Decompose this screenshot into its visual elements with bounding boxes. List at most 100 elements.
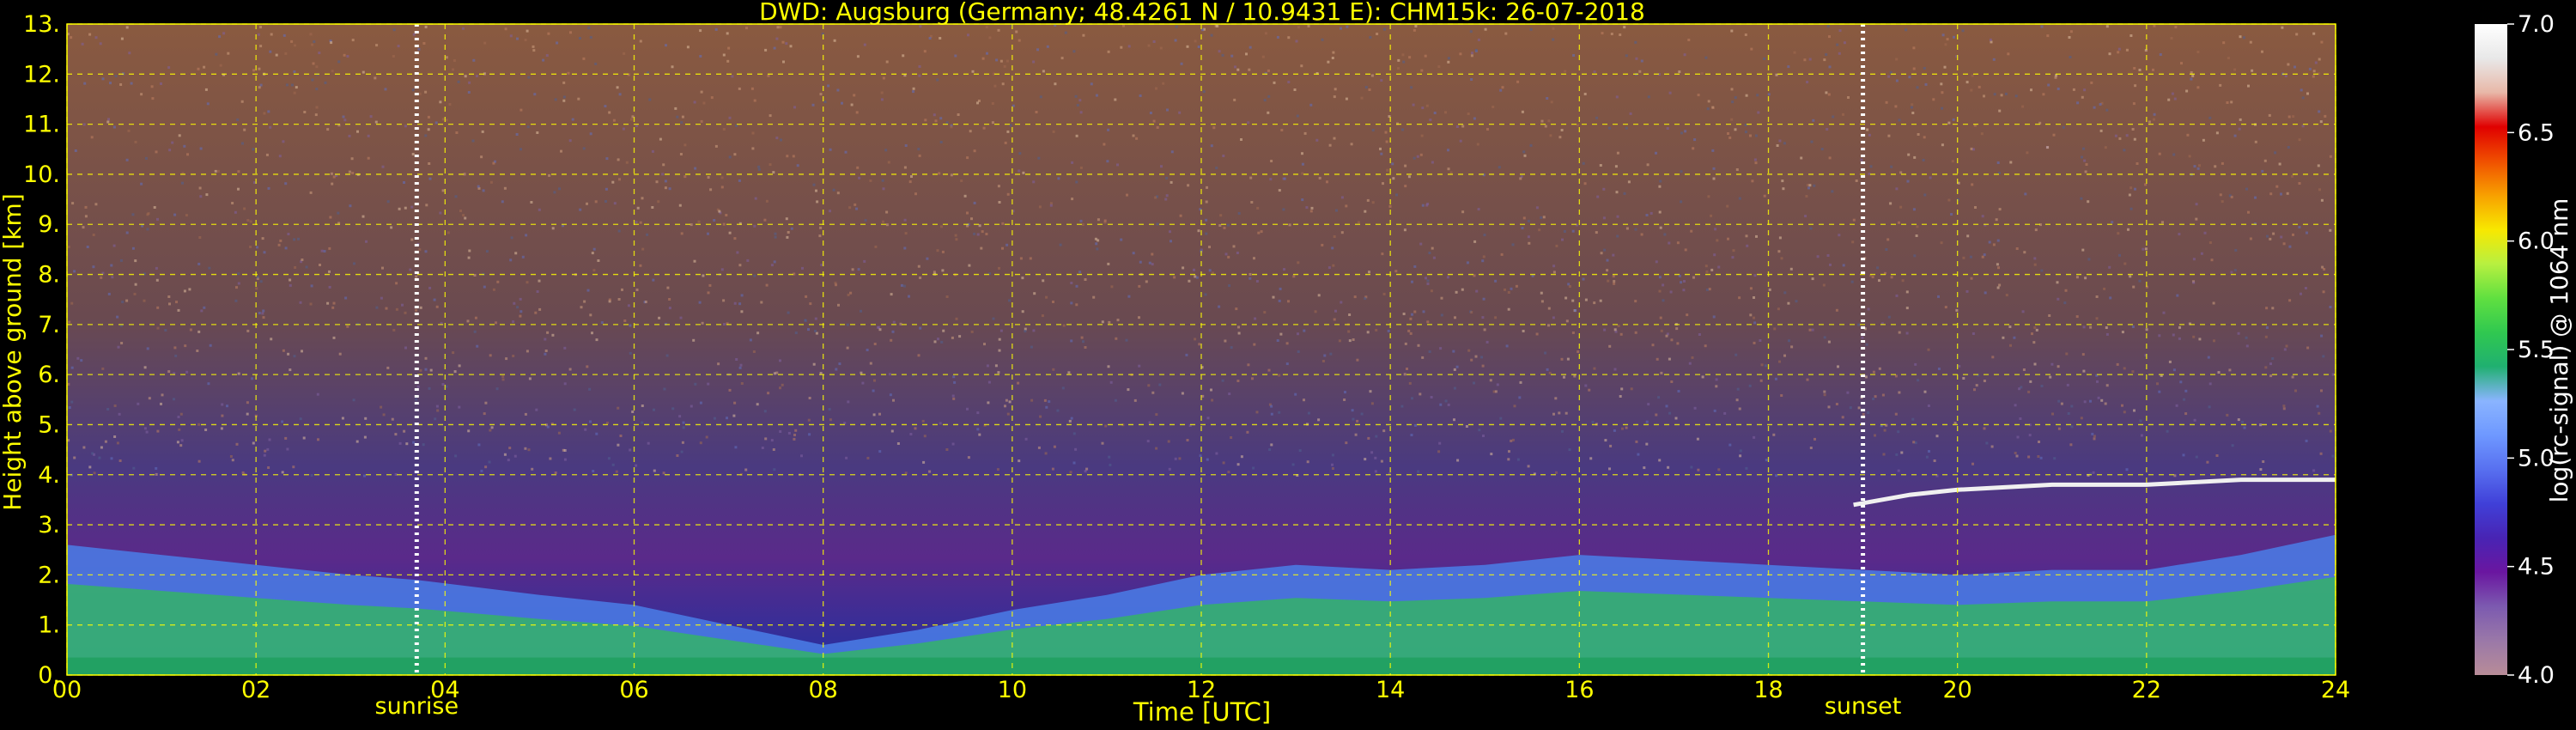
noise-speck: [2208, 116, 2212, 119]
noise-speck: [405, 442, 409, 446]
noise-speck: [1692, 147, 1695, 150]
noise-speck: [940, 340, 944, 344]
noise-speck: [1408, 381, 1412, 385]
noise-speck: [1278, 374, 1281, 377]
noise-speck: [726, 417, 728, 420]
noise-speck: [312, 62, 315, 65]
noise-speck: [1734, 96, 1737, 100]
noise-speck: [1914, 362, 1917, 366]
noise-speck: [1247, 121, 1250, 125]
noise-speck: [1941, 91, 1944, 94]
noise-speck: [2184, 389, 2188, 392]
noise-speck: [1297, 332, 1299, 336]
noise-speck: [764, 48, 768, 52]
noise-speck: [1925, 455, 1929, 459]
noise-speck: [1001, 222, 1005, 225]
noise-speck: [955, 238, 958, 241]
noise-speck: [1254, 317, 1257, 320]
noise-speck: [1552, 271, 1556, 274]
noise-speck: [278, 155, 282, 158]
noise-speck: [1424, 54, 1427, 58]
noise-speck: [551, 333, 555, 337]
noise-speck: [1519, 380, 1522, 384]
noise-speck: [301, 259, 304, 261]
noise-speck: [369, 115, 373, 119]
noise-speck: [367, 134, 370, 137]
noise-speck: [1951, 160, 1954, 163]
noise-speck: [256, 276, 259, 279]
noise-speck: [630, 118, 633, 121]
noise-speck: [1952, 118, 1955, 121]
noise-speck: [2324, 114, 2327, 118]
noise-speck: [209, 344, 212, 347]
noise-speck: [860, 309, 862, 313]
noise-speck: [1983, 94, 1985, 98]
noise-speck: [100, 446, 103, 449]
noise-speck: [501, 200, 504, 204]
noise-speck: [1046, 45, 1049, 48]
noise-speck: [608, 298, 611, 301]
noise-speck: [1029, 257, 1032, 260]
noise-speck: [2024, 192, 2027, 196]
noise-speck: [106, 408, 110, 411]
noise-speck: [495, 387, 499, 391]
noise-speck: [310, 474, 313, 477]
noise-speck: [635, 125, 638, 127]
noise-speck: [2249, 237, 2252, 240]
noise-speck: [483, 412, 486, 416]
noise-speck: [1726, 204, 1729, 208]
noise-speck: [2080, 417, 2083, 420]
noise-speck: [707, 382, 710, 386]
noise-speck: [629, 448, 632, 452]
noise-speck: [515, 133, 519, 136]
noise-speck: [713, 219, 716, 222]
noise-speck: [183, 289, 186, 293]
noise-speck: [73, 456, 76, 459]
noise-speck: [917, 354, 920, 357]
y-axis-label: Height above ground [km]: [0, 193, 27, 511]
noise-speck: [208, 266, 211, 270]
noise-speck: [1550, 100, 1553, 104]
noise-speck: [2057, 427, 2061, 430]
noise-speck: [1447, 57, 1450, 60]
noise-speck: [554, 98, 557, 101]
noise-speck: [618, 93, 622, 96]
noise-speck: [1056, 409, 1060, 412]
noise-speck: [477, 185, 480, 188]
noise-speck: [206, 102, 210, 106]
noise-speck: [2318, 188, 2321, 192]
noise-speck: [1655, 260, 1658, 264]
noise-speck: [1665, 334, 1668, 338]
noise-speck: [203, 306, 206, 309]
noise-speck: [198, 186, 202, 190]
noise-speck: [1678, 274, 1681, 277]
noise-speck: [525, 234, 528, 237]
noise-speck: [988, 36, 992, 40]
noise-speck: [1466, 261, 1469, 265]
noise-speck: [1334, 309, 1337, 313]
noise-speck: [1353, 295, 1357, 299]
noise-speck: [2195, 455, 2198, 459]
noise-speck: [2254, 140, 2257, 143]
noise-speck: [1439, 403, 1443, 406]
noise-speck: [1408, 56, 1412, 59]
noise-speck: [1165, 194, 1169, 198]
noise-speck: [2090, 81, 2093, 84]
noise-speck: [838, 362, 841, 366]
noise-speck: [986, 364, 989, 368]
noise-speck: [1763, 194, 1766, 198]
noise-speck: [2032, 341, 2036, 344]
noise-speck: [1505, 344, 1509, 348]
noise-speck: [1911, 103, 1914, 106]
noise-speck: [1615, 191, 1619, 194]
noise-speck: [1895, 187, 1899, 191]
noise-speck: [133, 292, 137, 295]
noise-speck: [1760, 363, 1764, 367]
noise-speck: [2133, 137, 2136, 141]
noise-speck: [419, 368, 422, 372]
noise-speck: [2292, 115, 2295, 119]
noise-speck: [808, 397, 811, 399]
noise-speck: [1560, 357, 1564, 361]
noise-speck: [1827, 93, 1831, 96]
noise-speck: [352, 398, 355, 402]
